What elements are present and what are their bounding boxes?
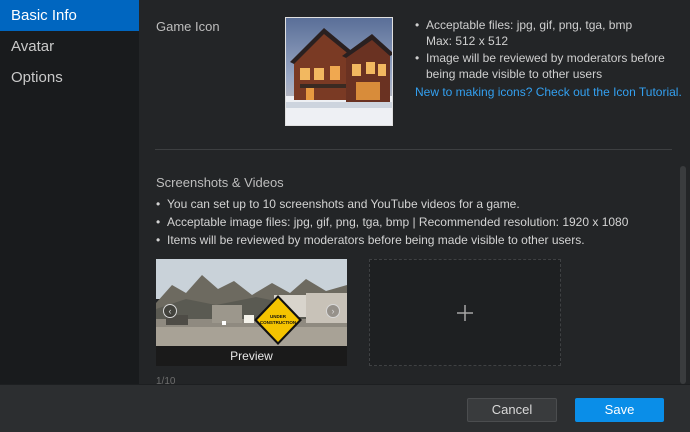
scrollbar-thumb[interactable] (680, 166, 686, 384)
sidebar-item-avatar[interactable]: Avatar (0, 31, 139, 62)
game-settings-dialog: Basic Info Avatar Options Game Icon • Ac… (0, 0, 690, 432)
settings-sidebar: Basic Info Avatar Options (0, 0, 139, 384)
sign-text-construction: CONSTRUCTION (260, 320, 296, 325)
previous-arrow-icon[interactable]: ‹ (163, 304, 177, 318)
add-screenshot-button[interactable] (369, 259, 561, 366)
sidebar-item-options[interactable]: Options (0, 62, 139, 93)
max-size-text: Max: 512 x 512 (426, 33, 509, 48)
preview-caption: Preview (156, 346, 347, 366)
list-item: Image will be reviewed by moderators bef… (415, 51, 685, 82)
accepted-files-text: Acceptable files: jpg, gif, png, tga, bm… (426, 18, 633, 32)
sidebar-item-basic-info[interactable]: Basic Info (0, 0, 139, 31)
list-item: You can set up to 10 screenshots and You… (156, 196, 676, 213)
game-icon-label: Game Icon (156, 19, 220, 34)
game-icon-image[interactable] (285, 17, 393, 126)
list-item: Items will be reviewed by moderators bef… (156, 232, 676, 249)
screenshot-counter: 1/10 (156, 376, 176, 384)
list-item: Acceptable files: jpg, gif, png, tga, bm… (415, 18, 685, 49)
basic-info-panel: Game Icon • Acceptable files: jpg, gif, … (139, 0, 690, 384)
house-thumbnail-image (286, 18, 392, 125)
screenshots-section-title: Screenshots & Videos (156, 175, 284, 190)
moderation-text: Image will be reviewed by moderators bef… (426, 51, 665, 81)
screenshots-requirements: You can set up to 10 screenshots and You… (156, 196, 676, 250)
cancel-button[interactable]: Cancel (467, 398, 557, 422)
screenshot-preview-card[interactable]: UNDER CONSTRUCTION ‹ › Preview (156, 259, 347, 366)
list-item: Acceptable image files: jpg, gif, png, t… (156, 214, 676, 231)
next-arrow-icon[interactable]: › (326, 304, 340, 318)
sign-text-under: UNDER (270, 314, 287, 319)
save-button[interactable]: Save (575, 398, 664, 422)
section-divider (155, 149, 672, 150)
icon-tutorial-link[interactable]: New to making icons? Check out the Icon … (415, 85, 685, 101)
plus-icon (457, 305, 473, 321)
dialog-footer: Cancel Save (0, 384, 690, 432)
game-icon-requirements: Acceptable files: jpg, gif, png, tga, bm… (415, 18, 685, 101)
